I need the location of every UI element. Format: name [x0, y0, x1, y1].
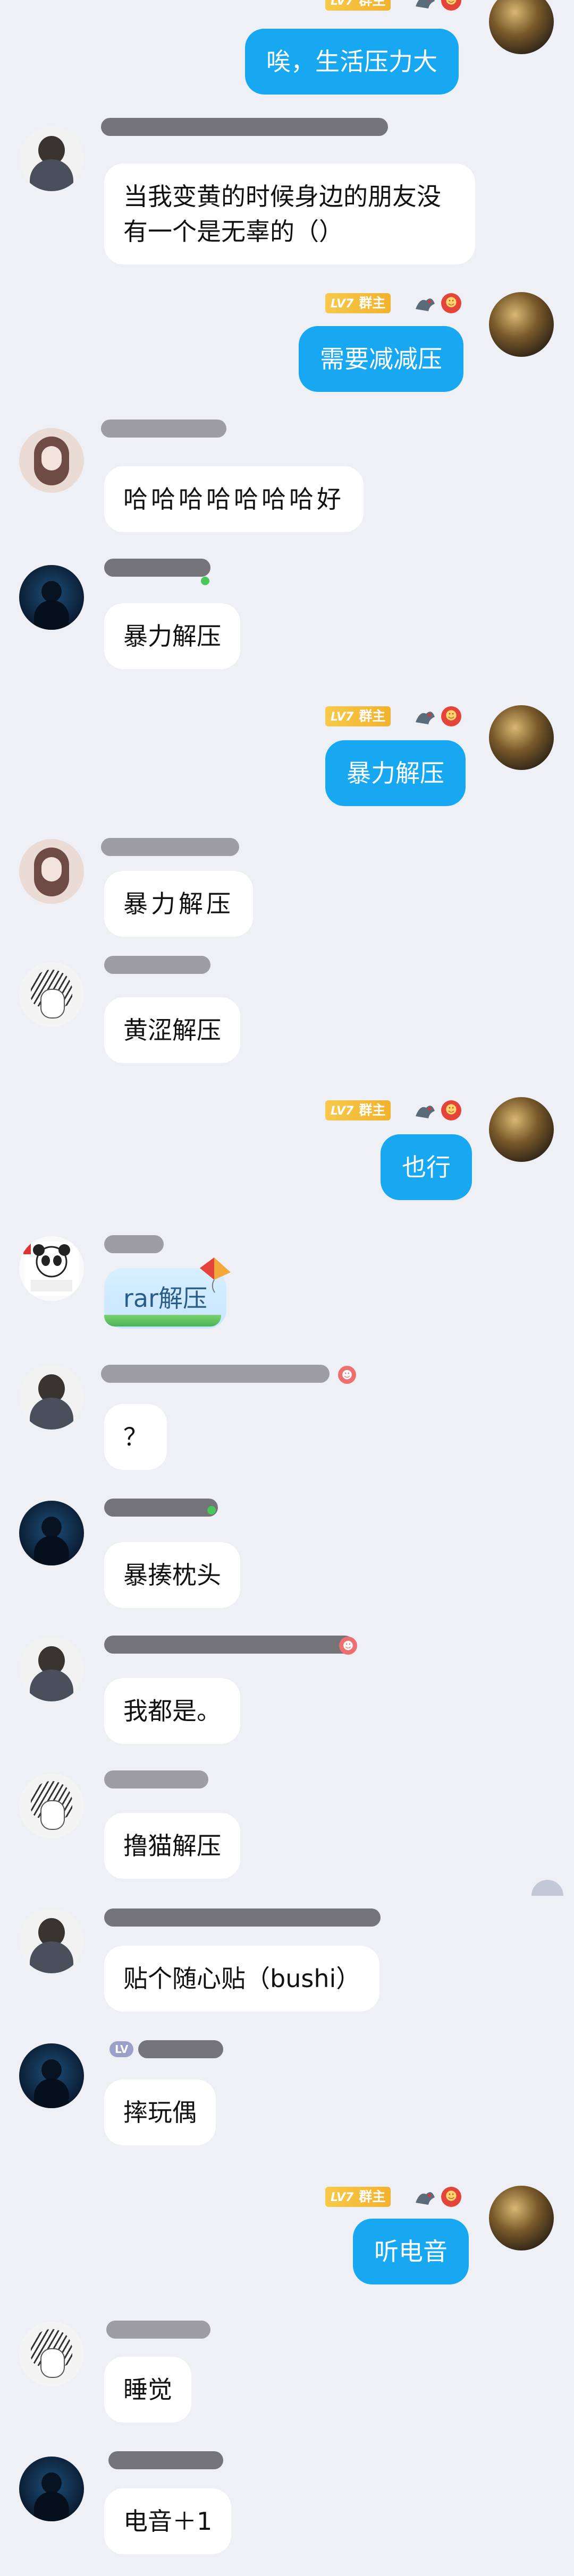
avatar-owner[interactable]: [489, 1097, 554, 1162]
level-badge: LV7 群主: [325, 2187, 391, 2207]
message-bubble[interactable]: 电音＋1: [104, 2488, 232, 2554]
avatar-blue[interactable]: [19, 1501, 84, 1565]
sender-name-redacted: [101, 1365, 330, 1383]
kite-icon: [196, 1256, 233, 1296]
sender-name-redacted: [106, 2321, 210, 2339]
avatar-owner[interactable]: [489, 0, 554, 54]
red-medal-icon: ☻: [338, 1366, 356, 1384]
sender-name-redacted: [101, 838, 239, 856]
avatar-suit[interactable]: [19, 1909, 84, 1973]
avatar-sketch[interactable]: [19, 1774, 84, 1838]
message-bubble[interactable]: 撸猫解压: [104, 1813, 240, 1879]
message-bubble[interactable]: 当我变黄的时候身边的朋友没有一个是无辜的（）: [104, 164, 475, 264]
avatar-blue[interactable]: [19, 2043, 84, 2108]
red-medal-icon: ☻: [441, 2187, 461, 2207]
avatar-sketch[interactable]: [19, 2322, 84, 2386]
dragon-icon: [413, 2187, 437, 2207]
online-badge: [201, 577, 209, 585]
sender-name-redacted: [104, 559, 210, 577]
message-bubble[interactable]: 需要减减压: [299, 326, 463, 392]
panda-icon: [23, 1240, 79, 1296]
level-badge: LV7 群主: [325, 0, 391, 11]
message-bubble[interactable]: 睡觉: [104, 2357, 191, 2423]
sender-name-redacted: [104, 1909, 381, 1927]
avatar-owner[interactable]: [489, 2186, 554, 2250]
avatar-girl[interactable]: [19, 428, 84, 493]
dragon-icon: [413, 1100, 437, 1120]
grass-decoration: [104, 1315, 221, 1326]
message-bubble[interactable]: 暴揍枕头: [104, 1542, 240, 1608]
message-bubble[interactable]: 暴力解压: [325, 740, 466, 806]
message-bubble[interactable]: 贴个随心贴（bushi）: [104, 1946, 380, 2012]
avatar-owner[interactable]: [489, 705, 554, 770]
dragon-icon: [413, 293, 437, 313]
message-bubble[interactable]: 暴力解压: [104, 871, 253, 937]
sender-name-redacted: [101, 420, 226, 438]
message-bubble[interactable]: 唉，生活压力大: [245, 29, 459, 95]
sender-name-redacted: [104, 1499, 218, 1517]
sender-name-redacted: [104, 1636, 354, 1654]
sender-name-redacted: [104, 956, 210, 974]
sender-name-redacted: [104, 1235, 164, 1253]
red-medal-icon: ☻: [441, 0, 461, 11]
sender-name-redacted: [108, 2451, 223, 2469]
dragon-icon: [413, 0, 437, 11]
level-badge: LV7 群主: [325, 293, 391, 313]
message-bubble[interactable]: 黄涩解压: [104, 997, 240, 1063]
scroll-handle[interactable]: [531, 1880, 563, 1896]
online-badge: [207, 1506, 216, 1514]
avatar-girl[interactable]: [19, 839, 84, 904]
message-bubble[interactable]: 我都是。: [104, 1678, 240, 1744]
sender-name-redacted: [138, 2040, 223, 2058]
message-bubble[interactable]: 暴力解压: [104, 603, 240, 669]
sender-name-redacted: [104, 1770, 208, 1788]
message-bubble[interactable]: 也行: [381, 1134, 472, 1200]
level-badge: LV7 群主: [325, 1100, 391, 1120]
avatar-blue[interactable]: [19, 565, 84, 630]
red-medal-icon: ☻: [441, 1100, 461, 1120]
message-bubble[interactable]: 听电音: [353, 2219, 469, 2284]
level-badge: LV7 群主: [325, 706, 391, 726]
avatar-suit[interactable]: [19, 126, 84, 191]
sender-name-redacted: [101, 118, 388, 136]
message-bubble[interactable]: ？: [104, 1404, 167, 1470]
level-pill: LV: [109, 2041, 134, 2057]
avatar-panda[interactable]: [19, 1236, 84, 1301]
dragon-icon: [413, 706, 437, 726]
avatar-suit[interactable]: [19, 1365, 84, 1430]
avatar-suit[interactable]: [19, 1637, 84, 1701]
message-bubble[interactable]: 摔玩偶: [104, 2079, 216, 2145]
avatar-sketch[interactable]: [19, 962, 84, 1027]
red-medal-icon: ☻: [339, 1637, 357, 1655]
avatar-blue[interactable]: [19, 2457, 84, 2521]
red-medal-icon: ☻: [441, 293, 461, 313]
avatar-owner[interactable]: [489, 292, 554, 357]
red-medal-icon: ☻: [441, 706, 461, 726]
message-bubble[interactable]: 哈哈哈哈哈哈哈好: [104, 466, 364, 532]
